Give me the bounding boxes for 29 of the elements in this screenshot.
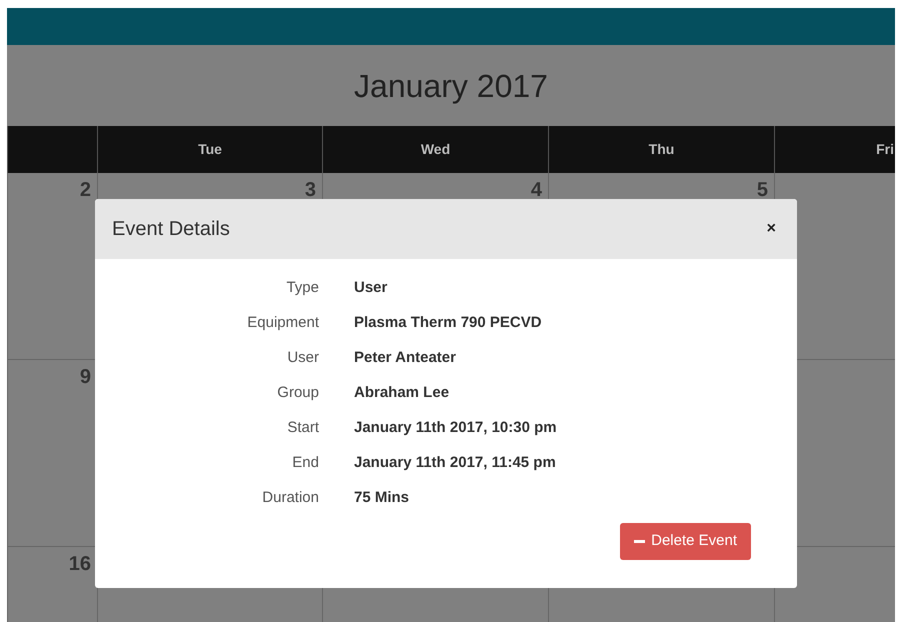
day-number: 3 (304, 178, 316, 203)
field-label: User (286, 348, 319, 368)
weekday-header-cell: Fri (774, 126, 895, 173)
field-label: Duration (261, 488, 319, 508)
field-label: Group (276, 382, 319, 403)
dialog-title: Event Details (112, 217, 230, 242)
field-value: Plasma Therm 790 PECVD (354, 312, 542, 333)
field-value: Abraham Lee (354, 382, 450, 403)
field-label: Type (285, 278, 319, 298)
weekday-header-cell: Tue (97, 126, 322, 173)
field-label: Equipment (246, 312, 319, 333)
weekday-header-cell: Thu (548, 126, 774, 173)
field-label: Start (286, 418, 319, 438)
month-title: January 2017 (354, 66, 548, 106)
minus-icon (634, 540, 646, 543)
day-number: 2 (80, 178, 91, 203)
field-value: January 11th 2017, 10:30 pm (354, 418, 557, 438)
day-number: 9 (80, 365, 91, 390)
field-value: User (354, 278, 388, 298)
field-value: January 11th 2017, 11:45 pm (354, 452, 556, 473)
field-value: Peter Anteater (354, 348, 456, 368)
delete-button[interactable]: Delete Event (620, 523, 751, 560)
weekday-header-cell: Wed (322, 126, 548, 173)
day-number: 16 (68, 552, 91, 577)
day-number: 5 (756, 178, 768, 203)
close-button[interactable]: × (762, 217, 780, 241)
field-value: 75 Mins (354, 488, 410, 508)
day-number: 4 (530, 178, 542, 203)
field-label: End (291, 452, 319, 473)
